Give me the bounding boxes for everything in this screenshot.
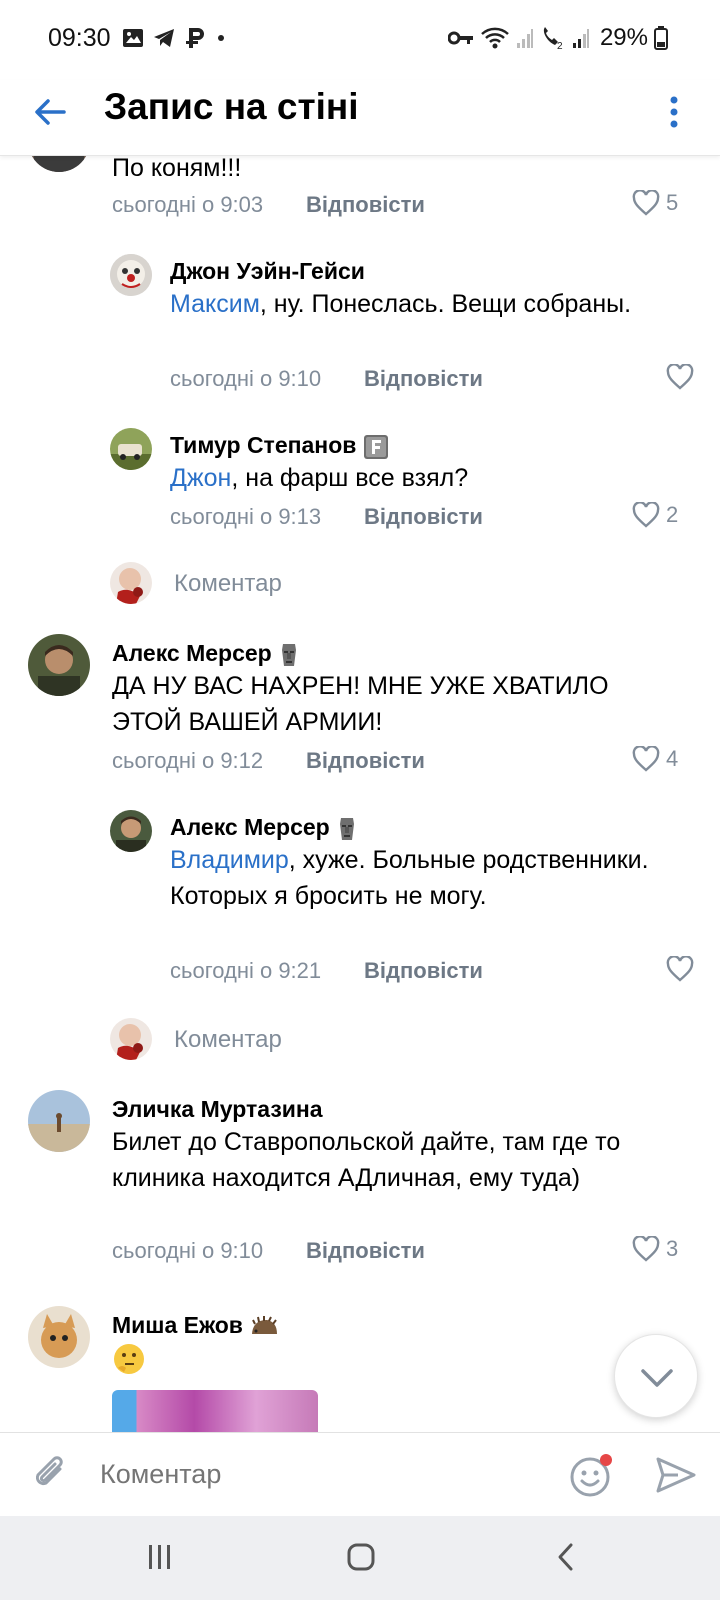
gallery-icon — [123, 29, 143, 47]
comment-time: сьогодні о 9:21 — [170, 958, 322, 983]
paperclip-icon — [35, 1456, 63, 1486]
heart-icon — [632, 746, 660, 772]
like-count: 4 — [666, 746, 679, 771]
attach-button[interactable] — [30, 1453, 72, 1500]
reply-button[interactable]: Відповісти — [364, 958, 483, 984]
comment-time: сьогодні о 9:10 — [112, 1238, 264, 1263]
comment-text: ДА НУ ВАС НАХРЕН! МНЕ УЖЕ ХВАТИЛО ЭТОЙ В… — [112, 672, 609, 736]
avatar[interactable] — [110, 254, 152, 296]
add-comment-button[interactable]: Коментар — [174, 1026, 282, 1054]
comment-time: сьогодні о 9:12 — [112, 748, 264, 773]
like-button[interactable]: 3 — [632, 1236, 678, 1262]
recent-apps-button[interactable] — [146, 1542, 174, 1577]
like-button[interactable]: 2 — [632, 502, 678, 528]
top-app-bar: Запис на стіні — [0, 80, 720, 156]
chevron-down-icon — [641, 1369, 673, 1387]
like-button[interactable] — [666, 364, 694, 390]
comment-author[interactable]: Эличка Муртазина — [112, 1096, 323, 1123]
reply-button[interactable]: Відповісти — [306, 748, 425, 774]
reply-button[interactable]: Відповісти — [364, 366, 483, 392]
comment-author[interactable]: Джон Уэйн-Гейси — [170, 258, 365, 285]
more-vertical-icon — [670, 96, 678, 128]
mention-link[interactable]: Владимир — [170, 846, 289, 874]
avatar[interactable] — [28, 1090, 90, 1152]
heart-icon — [632, 502, 660, 528]
back-button[interactable] — [28, 90, 72, 134]
heart-icon — [666, 364, 694, 390]
comment-time: сьогодні о 9:03 — [112, 192, 264, 217]
letter-f-badge-icon — [363, 434, 388, 459]
home-icon — [347, 1543, 375, 1571]
p-app-icon — [186, 28, 204, 48]
add-comment-button[interactable]: Коментар — [174, 570, 282, 598]
avatar[interactable] — [28, 1306, 90, 1368]
comment-text — [112, 1340, 146, 1376]
wifi-icon — [481, 27, 509, 49]
reply-button[interactable]: Відповісти — [306, 192, 425, 218]
moai-icon — [282, 643, 297, 666]
smile-icon — [570, 1454, 612, 1497]
signal-icon — [516, 29, 533, 48]
attachment-image-preview[interactable] — [112, 1390, 318, 1432]
own-avatar — [110, 1018, 152, 1060]
page-title: Запис на стіні — [104, 86, 359, 127]
signal-icon-2 — [572, 29, 589, 48]
comment-input[interactable] — [100, 1451, 520, 1497]
key-icon — [447, 31, 473, 45]
back-nav-button[interactable] — [554, 1542, 578, 1577]
thinking-face-icon — [114, 1344, 144, 1375]
comment-text: Билет до Ставропольской дайте, там где т… — [112, 1128, 621, 1192]
arrow-left-icon — [35, 99, 66, 125]
send-button[interactable] — [654, 1455, 698, 1500]
avatar[interactable] — [28, 634, 90, 696]
heart-icon — [632, 1236, 660, 1262]
like-button[interactable]: 4 — [632, 746, 678, 772]
mention-link[interactable]: Джон — [170, 464, 231, 492]
telegram-icon — [154, 29, 174, 47]
comment-author[interactable]: Алекс Мерсер — [112, 640, 300, 668]
battery-percent: 29% — [599, 24, 648, 51]
comment-text: По коням!!! — [112, 156, 242, 182]
battery-icon — [654, 26, 668, 50]
own-avatar — [110, 562, 152, 604]
system-nav-bar — [0, 1516, 720, 1600]
comment-composer — [0, 1432, 720, 1516]
send-icon — [656, 1457, 696, 1493]
heart-icon — [666, 956, 694, 982]
comment-text: Владимир, хуже. Больные родственники. Ко… — [170, 846, 649, 910]
comments-list[interactable]: По коням!!! сьогодні о 9:03 Відповісти 5… — [0, 156, 720, 1432]
svg-text:2: 2 — [557, 41, 563, 50]
avatar[interactable] — [110, 810, 152, 852]
comment-text: Джон, на фарш все взял? — [170, 464, 469, 492]
like-count: 5 — [666, 190, 679, 215]
dot-icon — [218, 35, 224, 41]
like-button[interactable] — [666, 956, 694, 982]
comment-time: сьогодні о 9:10 — [170, 366, 322, 391]
heart-icon — [632, 190, 660, 216]
comment-time: сьогодні о 9:13 — [170, 504, 322, 529]
avatar[interactable] — [110, 428, 152, 470]
like-count: 2 — [666, 502, 679, 527]
back-chevron-icon — [558, 1543, 573, 1571]
reply-button[interactable]: Відповісти — [364, 504, 483, 530]
avatar[interactable] — [28, 156, 90, 172]
moai-icon — [340, 817, 355, 840]
comment-author[interactable]: Тимур Степанов — [170, 432, 389, 460]
home-button[interactable] — [346, 1542, 376, 1577]
scroll-down-button[interactable] — [614, 1334, 698, 1418]
hedgehog-icon — [252, 1315, 278, 1334]
comment-author[interactable]: Миша Ежов — [112, 1312, 279, 1339]
more-options-button[interactable] — [664, 92, 684, 132]
status-time: 09:30 — [48, 24, 111, 52]
emoji-button[interactable] — [568, 1451, 616, 1504]
recents-icon — [149, 1545, 170, 1569]
comment-author[interactable]: Алекс Мерсер — [170, 814, 358, 842]
status-bar: 09:30 2 29% — [0, 0, 720, 80]
like-button[interactable]: 5 — [632, 190, 678, 216]
reply-button[interactable]: Відповісти — [306, 1238, 425, 1264]
comment-text: Максим, ну. Понеслась. Вещи собраны. — [170, 290, 632, 318]
mention-link[interactable]: Максим — [170, 290, 260, 318]
call-sim2-icon: 2 — [543, 27, 563, 50]
like-count: 3 — [666, 1236, 679, 1261]
